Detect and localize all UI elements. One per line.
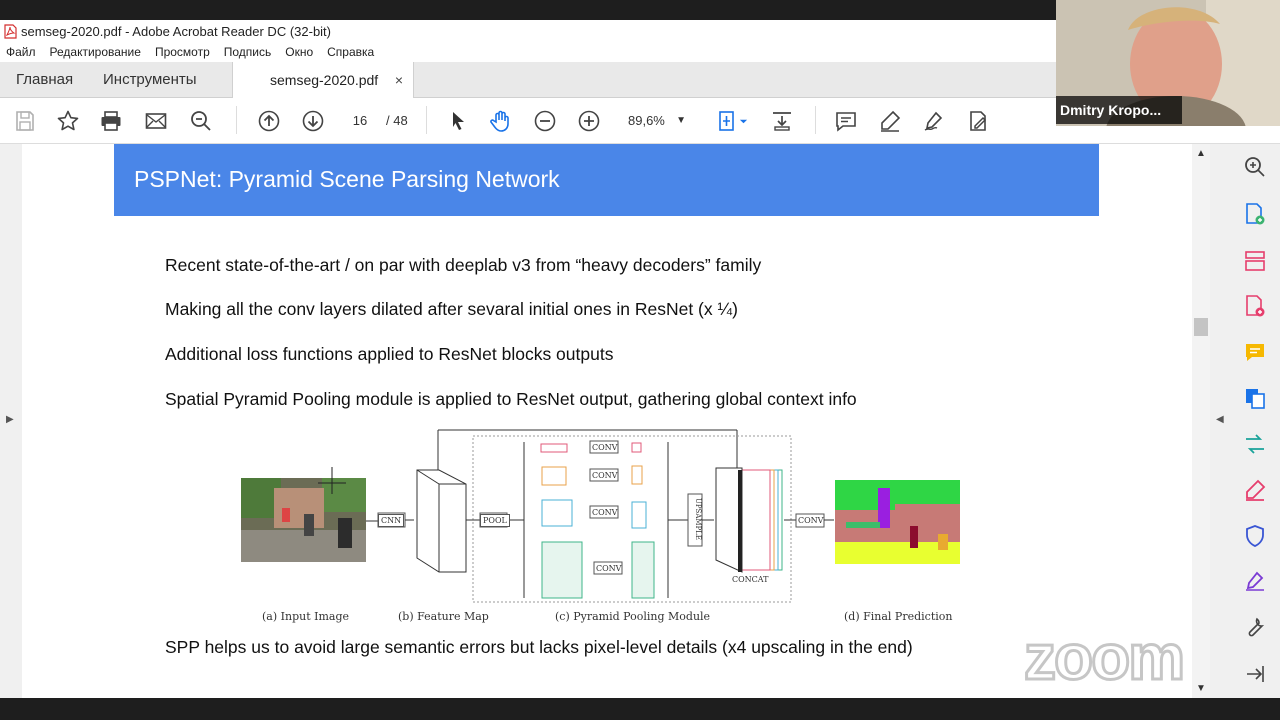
final-prediction [835, 480, 960, 564]
zoom-search-icon[interactable] [187, 107, 215, 135]
scroll-thumb[interactable] [1194, 318, 1208, 336]
star-icon[interactable] [54, 107, 82, 135]
mail-icon[interactable] [142, 107, 170, 135]
zoom-level-select[interactable]: 89,6% ▼ [616, 110, 692, 132]
tab-document-label: semseg-2020.pdf [270, 72, 379, 88]
toolbar-separator [426, 106, 427, 134]
tab-tools[interactable]: Инструменты [103, 62, 197, 98]
scroll-up-icon[interactable]: ▲ [1196, 148, 1206, 159]
menu-edit[interactable]: Редактирование [50, 45, 141, 59]
caption-input-image: (a) Input Image [262, 610, 349, 623]
chevron-down-icon: ▼ [676, 115, 686, 126]
conv-label: CONV [596, 564, 622, 573]
signature-icon[interactable] [1243, 569, 1267, 593]
zoom-level-value: 89,6% [628, 113, 665, 128]
pool-label: POOL [480, 514, 510, 527]
conv-label: CONV [592, 508, 618, 517]
menu-bar: Файл Редактирование Просмотр Подпись Окн… [0, 42, 1056, 62]
slide-title: PSPNet: Pyramid Scene Parsing Network [134, 166, 560, 192]
select-cursor-icon[interactable] [444, 107, 472, 135]
slide-bullet: Additional loss functions applied to Res… [165, 344, 614, 364]
caption-final-prediction: (d) Final Prediction [844, 610, 953, 623]
slide-header: PSPNet: Pyramid Scene Parsing Network [114, 144, 1099, 216]
participant-name: Dmitry Kropo... [1056, 96, 1182, 124]
toolbar-separator [236, 106, 237, 134]
menu-window[interactable]: Окно [285, 45, 313, 59]
toolbar-separator [815, 106, 816, 134]
convert-pdf-icon[interactable] [1243, 386, 1267, 410]
fill-sign-icon[interactable] [964, 107, 992, 135]
highlight-pen-icon[interactable] [876, 107, 904, 135]
caption-feature-map: (b) Feature Map [398, 610, 489, 623]
window-title: semseg-2020.pdf - Adobe Acrobat Reader D… [21, 23, 332, 39]
page-up-icon[interactable] [255, 107, 283, 135]
more-tools-icon[interactable] [1243, 615, 1267, 639]
draw-sign-icon[interactable] [920, 107, 948, 135]
slide-bullet: Making all the conv layers dilated after… [165, 299, 738, 319]
page-down-icon[interactable] [299, 107, 327, 135]
conv-label: CONV [798, 516, 824, 525]
tab-home[interactable]: Главная [16, 62, 73, 98]
zoom-out-icon[interactable] [531, 107, 559, 135]
create-pdf-icon[interactable] [1243, 294, 1267, 318]
fill-sign-panel-icon[interactable] [1243, 478, 1267, 502]
vertical-scrollbar[interactable] [1192, 144, 1210, 698]
collapse-right-panel-icon[interactable]: ◀ [1216, 414, 1224, 425]
app-root: semseg-2020.pdf - Adobe Acrobat Reader D… [0, 0, 1280, 720]
os-bottom-bar [0, 698, 1280, 720]
conv-label: CONV [592, 443, 618, 452]
collapse-panel-arrow-icon[interactable] [1243, 662, 1267, 686]
page-total: / 48 [386, 113, 408, 128]
send-review-icon[interactable] [1243, 432, 1267, 456]
concat-label: CONCAT [732, 575, 769, 584]
comment-icon[interactable] [832, 107, 860, 135]
comment-panel-icon[interactable] [1243, 340, 1267, 364]
concat-block [715, 467, 783, 573]
scroll-mode-icon[interactable] [768, 107, 796, 135]
pdf-page: PSPNet: Pyramid Scene Parsing Network Re… [22, 144, 1192, 698]
export-pdf-icon[interactable] [1243, 202, 1267, 226]
scroll-down-icon[interactable]: ▼ [1196, 683, 1206, 694]
acrobat-pdf-icon [4, 23, 17, 39]
hand-tool-icon[interactable] [487, 107, 515, 135]
print-icon[interactable] [97, 107, 125, 135]
page-number-input[interactable] [340, 110, 380, 132]
caption-pyramid-pooling: (c) Pyramid Pooling Module [555, 610, 711, 623]
organize-pages-icon[interactable] [1243, 249, 1267, 273]
tab-close-icon[interactable]: × [395, 62, 403, 98]
zoom-watermark: zoom [1022, 620, 1186, 695]
fit-dropdown-icon[interactable] [736, 107, 750, 135]
pooling-branches [540, 440, 655, 599]
tab-document[interactable]: semseg-2020.pdf × [232, 62, 414, 99]
slide-bullet: Recent state-of-the-art / on par with de… [165, 255, 762, 275]
upsample-label: UPSAMPLE [694, 497, 703, 541]
menu-file[interactable]: Файл [6, 45, 36, 59]
protect-shield-icon[interactable] [1243, 524, 1267, 548]
menu-view[interactable]: Просмотр [155, 45, 210, 59]
input-image [241, 478, 366, 562]
expand-left-panel-icon[interactable]: ▶ [6, 414, 14, 425]
save-icon[interactable] [11, 107, 39, 135]
window-titlebar: semseg-2020.pdf - Adobe Acrobat Reader D… [0, 20, 1056, 42]
menu-help[interactable]: Справка [327, 45, 374, 59]
pspnet-figure: CNN POOL CONV CONV CONV CONV CONV UPSAMP… [234, 422, 964, 628]
menu-sign[interactable]: Подпись [224, 45, 272, 59]
slide-bullet: Spatial Pyramid Pooling module is applie… [165, 389, 857, 409]
conv-label: CONV [592, 471, 618, 480]
zoom-in-icon[interactable] [575, 107, 603, 135]
cnn-label: CNN [378, 514, 405, 527]
feature-map [416, 469, 467, 573]
search-zoom-icon[interactable] [1243, 155, 1267, 179]
slide-bullet: SPP helps us to avoid large semantic err… [165, 637, 913, 657]
